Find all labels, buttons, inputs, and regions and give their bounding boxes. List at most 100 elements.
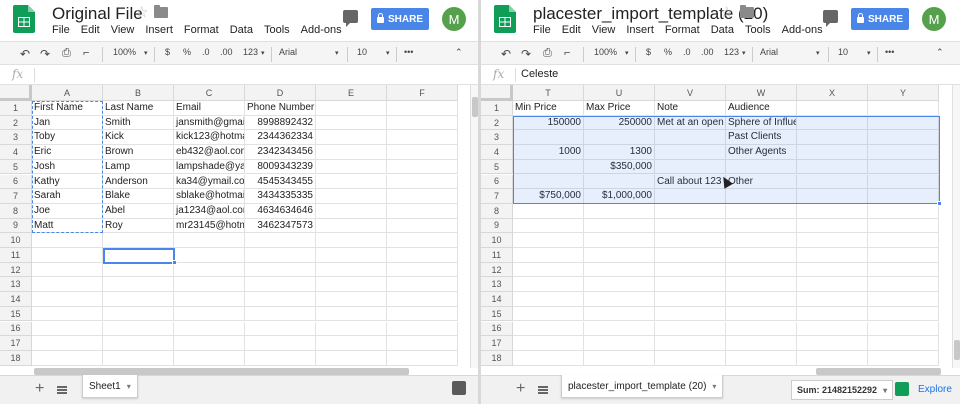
- cell-u9[interactable]: [584, 218, 655, 234]
- more-toolbar-button[interactable]: •••: [885, 47, 894, 57]
- cell-y10[interactable]: [868, 233, 939, 248]
- cell-c10[interactable]: [174, 233, 245, 248]
- add-sheet-icon[interactable]: +: [516, 380, 525, 398]
- format-chevron-down-icon[interactable]: ▾: [742, 49, 746, 57]
- cell-a2[interactable]: Jan: [32, 115, 103, 131]
- more-toolbar-button[interactable]: •••: [404, 47, 413, 57]
- font-select[interactable]: Arial: [760, 47, 778, 57]
- cell-a17[interactable]: [32, 336, 103, 351]
- cell-w4[interactable]: Other Agents: [726, 145, 797, 160]
- zoom-chevron-down-icon[interactable]: ▾: [144, 49, 148, 57]
- row-header-12[interactable]: 12: [0, 262, 32, 278]
- cell-a11[interactable]: [32, 248, 103, 263]
- cell-e6[interactable]: [316, 174, 387, 190]
- cell-e14[interactable]: [316, 292, 387, 307]
- cell-f8[interactable]: [387, 203, 458, 219]
- cell-c4[interactable]: eb432@aol.com: [174, 145, 245, 160]
- cell-c16[interactable]: [174, 321, 245, 337]
- cell-w5[interactable]: [726, 159, 797, 175]
- cell-y5[interactable]: [868, 159, 939, 175]
- row-header-6[interactable]: 6: [0, 174, 32, 190]
- menu-format[interactable]: Format: [184, 24, 219, 36]
- scrollbar-thumb[interactable]: [954, 340, 960, 360]
- cell-e18[interactable]: [316, 350, 387, 366]
- cell-f15[interactable]: [387, 306, 458, 322]
- cell-y3[interactable]: [868, 130, 939, 146]
- row-header-6[interactable]: 6: [481, 174, 513, 190]
- cell-e11[interactable]: [316, 248, 387, 263]
- vertical-scrollbar[interactable]: [952, 85, 960, 368]
- cell-x6[interactable]: [797, 174, 868, 190]
- cell-b10[interactable]: [103, 233, 174, 248]
- increase-decimal-button[interactable]: .00: [220, 47, 233, 57]
- menu-view[interactable]: View: [592, 24, 616, 36]
- all-sheets-icon[interactable]: [57, 386, 67, 394]
- cell-a9[interactable]: Matt: [32, 218, 103, 234]
- horizontal-scrollbar[interactable]: [34, 368, 409, 375]
- cell-a18[interactable]: [32, 350, 103, 366]
- cell-u5[interactable]: $350,000: [584, 159, 655, 175]
- column-header-f[interactable]: F: [387, 85, 458, 101]
- more-formats-button[interactable]: 123: [724, 47, 739, 57]
- cell-e16[interactable]: [316, 321, 387, 337]
- cell-d3[interactable]: 2344362334: [245, 130, 316, 146]
- cell-x15[interactable]: [797, 306, 868, 322]
- cell-y1[interactable]: [868, 101, 939, 116]
- cell-x17[interactable]: [797, 336, 868, 351]
- select-all-corner[interactable]: [481, 85, 513, 101]
- cell-v15[interactable]: [655, 306, 726, 322]
- font-chevron-down-icon[interactable]: ▾: [335, 49, 339, 57]
- cell-d1[interactable]: Phone Number: [245, 101, 316, 116]
- zoom-select[interactable]: 100%: [594, 47, 617, 57]
- chevron-down-icon[interactable]: ▾: [712, 382, 716, 391]
- cell-w17[interactable]: [726, 336, 797, 351]
- cell-y12[interactable]: [868, 262, 939, 278]
- cell-d18[interactable]: [245, 350, 316, 366]
- cell-x11[interactable]: [797, 248, 868, 263]
- avatar[interactable]: M: [922, 7, 946, 31]
- cell-v9[interactable]: [655, 218, 726, 234]
- cell-y17[interactable]: [868, 336, 939, 351]
- cell-d8[interactable]: 4634634646: [245, 203, 316, 219]
- cell-f16[interactable]: [387, 321, 458, 337]
- cell-t8[interactable]: [513, 203, 584, 219]
- row-header-15[interactable]: 15: [481, 306, 513, 322]
- column-header-c[interactable]: C: [174, 85, 245, 101]
- cell-c6[interactable]: ka34@ymail.com: [174, 174, 245, 190]
- cell-x16[interactable]: [797, 321, 868, 337]
- zoom-select[interactable]: 100%: [113, 47, 136, 57]
- spreadsheet-grid[interactable]: T U V W X Y 1 Min Price Max Price Note Audience 2 15…: [481, 85, 951, 368]
- cell-e9[interactable]: [316, 218, 387, 234]
- cell-w18[interactable]: [726, 350, 797, 366]
- row-header-18[interactable]: 18: [481, 350, 513, 366]
- column-header-a[interactable]: A: [32, 85, 103, 101]
- explore-icon[interactable]: [895, 382, 909, 396]
- cell-b7[interactable]: Blake: [103, 189, 174, 204]
- cell-u13[interactable]: [584, 277, 655, 293]
- cell-a8[interactable]: Joe: [32, 203, 103, 219]
- cell-b14[interactable]: [103, 292, 174, 307]
- paint-format-icon[interactable]: ⌐: [83, 47, 89, 59]
- cell-f7[interactable]: [387, 189, 458, 204]
- cell-x13[interactable]: [797, 277, 868, 293]
- cell-a3[interactable]: Toby: [32, 130, 103, 146]
- cell-x3[interactable]: [797, 130, 868, 146]
- decrease-decimal-button[interactable]: .0: [202, 47, 210, 57]
- cell-e5[interactable]: [316, 159, 387, 175]
- font-size-chevron-down-icon[interactable]: ▾: [386, 49, 390, 57]
- column-header-x[interactable]: X: [797, 85, 868, 101]
- add-sheet-icon[interactable]: +: [35, 380, 44, 398]
- cell-c14[interactable]: [174, 292, 245, 307]
- cell-x8[interactable]: [797, 203, 868, 219]
- cell-u18[interactable]: [584, 350, 655, 366]
- row-header-14[interactable]: 14: [0, 292, 32, 307]
- row-header-18[interactable]: 18: [0, 350, 32, 366]
- column-header-e[interactable]: E: [316, 85, 387, 101]
- cell-a1[interactable]: First Name: [32, 101, 103, 116]
- cell-w15[interactable]: [726, 306, 797, 322]
- cell-e17[interactable]: [316, 336, 387, 351]
- cell-v8[interactable]: [655, 203, 726, 219]
- cell-w6[interactable]: Other: [726, 174, 797, 190]
- row-header-2[interactable]: 2: [0, 115, 32, 131]
- cell-e8[interactable]: [316, 203, 387, 219]
